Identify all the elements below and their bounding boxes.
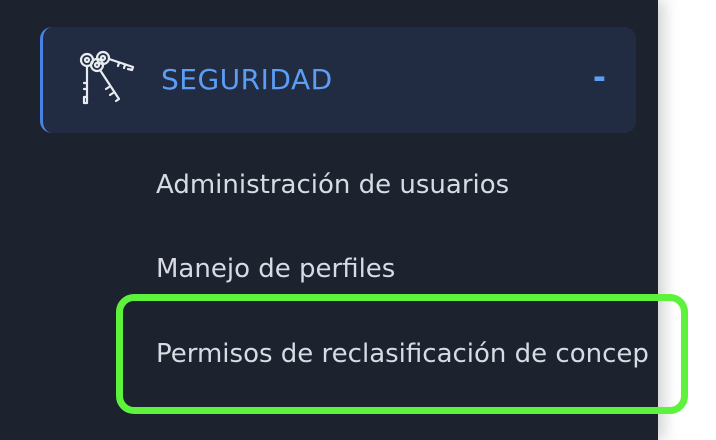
submenu-item-profile-management[interactable]: Manejo de perfiles xyxy=(156,253,395,285)
security-section-header[interactable]: SEGURIDAD - xyxy=(40,27,636,133)
section-title: SEGURIDAD xyxy=(161,63,333,96)
sidebar: SEGURIDAD - Administración de usuarios M… xyxy=(0,0,658,440)
submenu-item-user-administration[interactable]: Administración de usuarios xyxy=(156,169,509,201)
keys-icon xyxy=(73,49,137,113)
submenu-item-reclassification-permissions[interactable]: Permisos de reclasificación de concep xyxy=(156,338,649,370)
collapse-toggle[interactable]: - xyxy=(593,57,606,97)
